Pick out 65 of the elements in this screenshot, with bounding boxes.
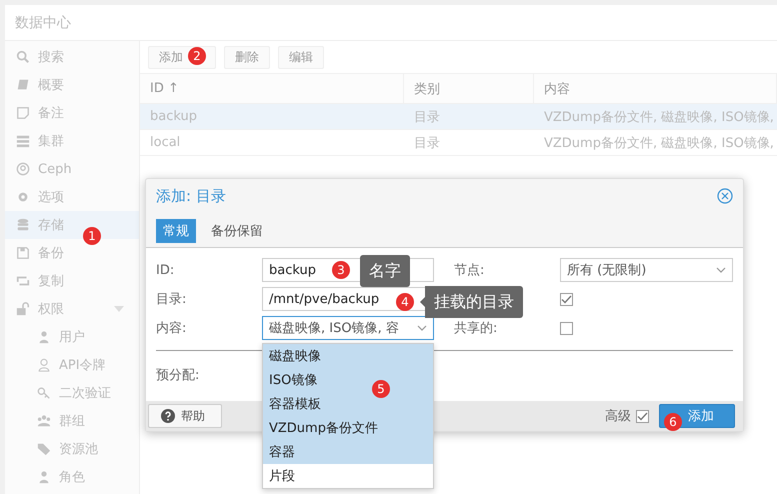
- dialog-title: 添加: 目录: [156, 186, 226, 206]
- tooltip: 名字: [360, 255, 410, 287]
- note-icon: [16, 106, 30, 120]
- dropdown-field[interactable]: 磁盘映像, ISO镜像, 容: [262, 316, 434, 340]
- sidebar-item[interactable]: 集群: [5, 127, 139, 155]
- field-label: ID:: [156, 262, 176, 278]
- sidebar-item[interactable]: Ceph: [5, 155, 139, 183]
- field-label: 内容:: [156, 320, 188, 337]
- key-icon: [37, 386, 51, 400]
- field-label: 预分配:: [156, 367, 200, 384]
- search-icon: [16, 50, 30, 64]
- chevron-down-icon: [417, 324, 427, 332]
- column-header[interactable]: 类别: [404, 74, 534, 104]
- sidebar-item[interactable]: 复制: [5, 267, 139, 295]
- dropdown-option[interactable]: 片段: [263, 464, 433, 488]
- sidebar-item[interactable]: 用户: [5, 323, 139, 351]
- tab[interactable]: 备份保留: [204, 219, 270, 243]
- checkbox-label: 高级: [605, 408, 631, 425]
- field-label: 节点:: [454, 262, 486, 279]
- toolbar-button[interactable]: 编辑: [278, 46, 324, 68]
- sidebar-item[interactable]: 搜索: [5, 43, 139, 71]
- help-button[interactable]: 帮助: [148, 404, 222, 428]
- tag-icon: [37, 442, 51, 456]
- database-icon: [16, 218, 30, 232]
- table-cell: VZDump备份文件, 磁盘映像, ISO镜像,: [534, 130, 777, 156]
- table-cell: backup: [140, 104, 404, 130]
- table-cell: VZDump备份文件, 磁盘映像, ISO镜像,: [534, 104, 777, 130]
- sidebar-item[interactable]: 概要: [5, 71, 139, 99]
- sidebar-item[interactable]: 权限: [5, 295, 139, 323]
- sidebar-item[interactable]: 资源池: [5, 435, 139, 463]
- dropdown-option[interactable]: 磁盘映像: [263, 344, 433, 368]
- field-label: 目录:: [156, 291, 188, 308]
- sidebar-item[interactable]: 角色: [5, 463, 139, 491]
- table-cell: local: [140, 130, 404, 156]
- sidebar-item[interactable]: 二次验证: [5, 379, 139, 407]
- sidebar-item[interactable]: 群组: [5, 407, 139, 435]
- close-icon[interactable]: [717, 188, 733, 204]
- checkbox[interactable]: [560, 292, 573, 306]
- sidebar-item[interactable]: 备注: [5, 99, 139, 127]
- dropdown-option[interactable]: 容器: [263, 440, 433, 464]
- table-cell: 目录: [404, 104, 534, 130]
- server-icon: [16, 134, 30, 148]
- column-header[interactable]: 内容: [534, 74, 777, 104]
- checkbox[interactable]: [636, 410, 649, 422]
- people-icon: [37, 414, 51, 428]
- chevron-down-icon: [716, 266, 726, 274]
- table-cell: 目录: [404, 130, 534, 156]
- dropdown-option[interactable]: 容器模板: [263, 392, 433, 416]
- person-icon: [37, 470, 51, 484]
- checkbox[interactable]: [560, 322, 573, 334]
- dropdown-field[interactable]: 所有 (无限制): [560, 258, 733, 282]
- question-icon: [161, 409, 175, 423]
- toolbar-button[interactable]: 删除: [224, 46, 270, 68]
- field-label: 共享的:: [454, 320, 498, 337]
- column-header[interactable]: ID ↑: [140, 74, 404, 104]
- tab[interactable]: 常规: [156, 219, 196, 243]
- person-outline-icon: [37, 358, 51, 372]
- sidebar-item[interactable]: 选项: [5, 183, 139, 211]
- padlock-icon: [16, 302, 30, 316]
- sidebar-item[interactable]: API令牌: [5, 351, 139, 379]
- tooltip: 挂载的目录: [419, 286, 523, 318]
- ring-icon: [16, 162, 30, 176]
- floppy-icon: [16, 246, 30, 260]
- dropdown-option[interactable]: VZDump备份文件: [263, 416, 433, 440]
- person-icon: [37, 330, 51, 344]
